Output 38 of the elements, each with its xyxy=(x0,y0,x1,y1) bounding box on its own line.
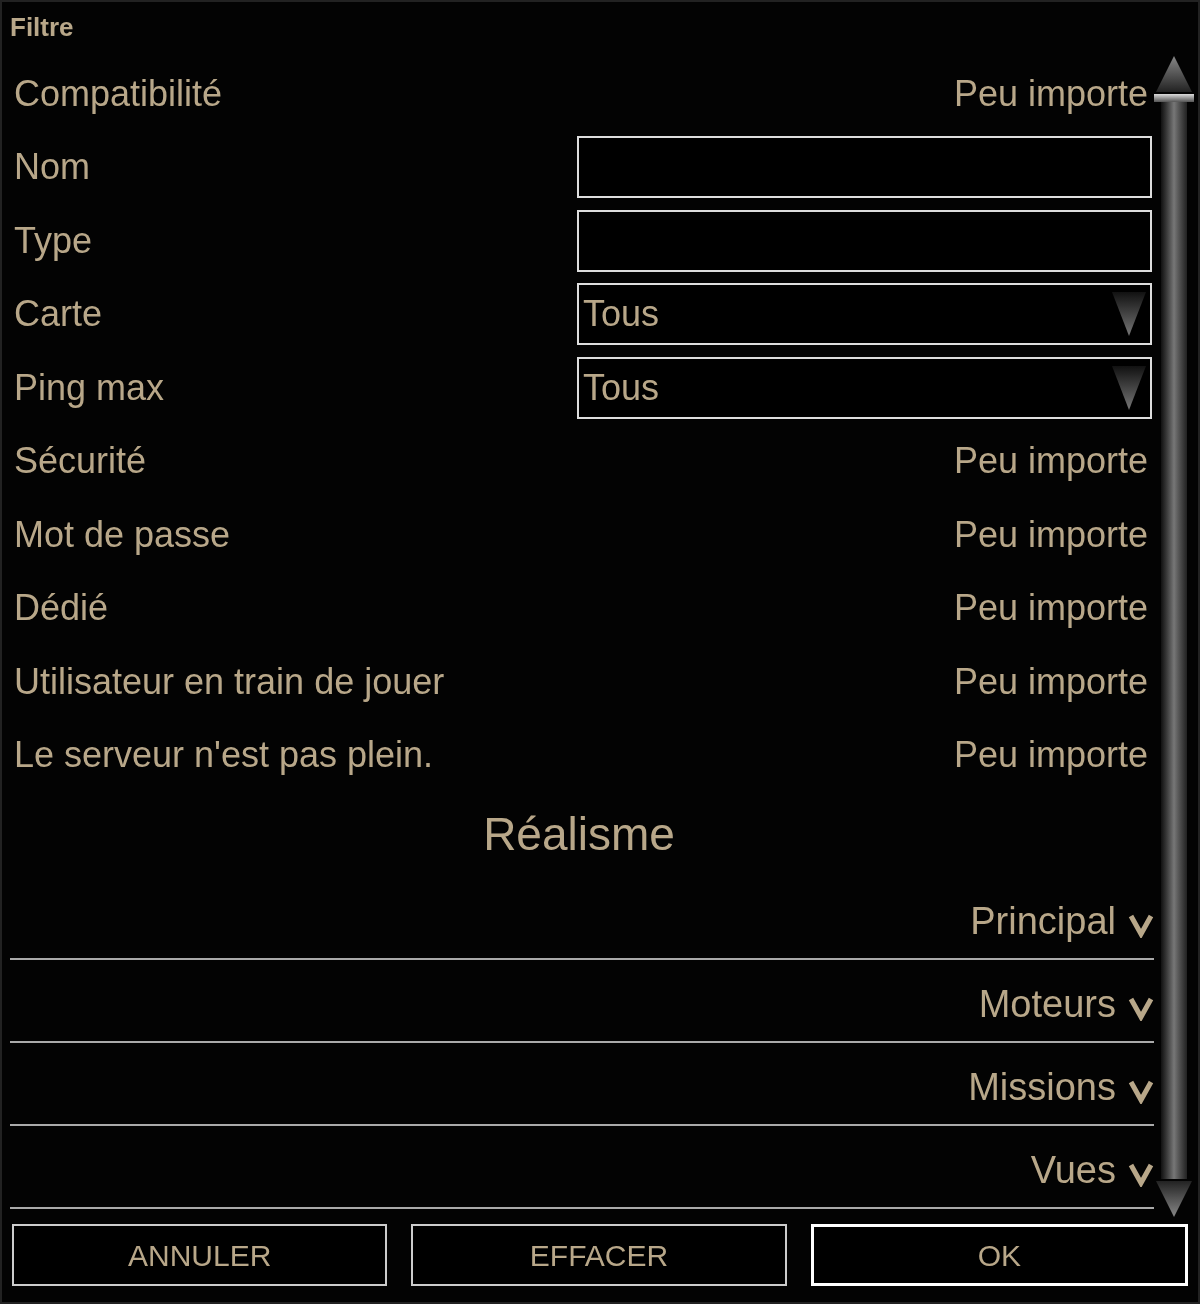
filter-label: Dédié xyxy=(13,586,109,631)
scroll-thumb[interactable] xyxy=(1154,94,1194,102)
chevron-icon xyxy=(1128,1161,1154,1187)
collapsible-header[interactable]: Missions xyxy=(10,1043,1154,1126)
option-value[interactable]: Peu importe xyxy=(953,581,1148,636)
input-field[interactable] xyxy=(577,136,1152,199)
scroll-up-icon[interactable] xyxy=(1154,54,1194,94)
dialog-button[interactable]: OK xyxy=(810,1224,1188,1286)
filter-label: Mot de passe xyxy=(13,512,231,557)
dialog-button[interactable]: EFFACER xyxy=(411,1224,787,1286)
section-heading: Réalisme xyxy=(483,807,675,862)
option-value[interactable]: Peu importe xyxy=(953,434,1148,489)
filter-label: Le serveur n'est pas plein. xyxy=(13,733,434,778)
filter-label: Compatibilité xyxy=(13,71,223,116)
option-value[interactable]: Peu importe xyxy=(953,66,1148,121)
chevron-icon xyxy=(1128,912,1154,938)
chevron-icon xyxy=(1128,995,1154,1021)
scroll-down-icon[interactable] xyxy=(1154,1179,1194,1219)
option-value[interactable]: Peu importe xyxy=(953,728,1148,783)
input-field[interactable] xyxy=(577,209,1152,272)
collapsible-header[interactable]: Vues xyxy=(10,1126,1154,1209)
filter-label: Carte xyxy=(13,292,103,337)
option-value[interactable]: Peu importe xyxy=(953,507,1148,562)
scroll-track[interactable] xyxy=(1161,102,1187,1179)
filter-label: Type xyxy=(13,218,93,263)
filter-label: Nom xyxy=(13,145,90,190)
collapsible-header[interactable]: Moteurs xyxy=(10,960,1154,1043)
filter-label: Utilisateur en train de jouer xyxy=(13,659,445,704)
filter-label: Sécurité xyxy=(13,439,147,484)
option-value[interactable]: Peu importe xyxy=(953,654,1148,709)
caret-icon xyxy=(1112,363,1146,412)
collapsible-header[interactable]: Principal xyxy=(10,877,1154,960)
filter-label: Ping max xyxy=(13,365,165,410)
dropdown[interactable]: Tous xyxy=(577,356,1152,419)
dialog-button[interactable]: ANNULER xyxy=(12,1224,388,1286)
chevron-icon xyxy=(1128,1078,1154,1104)
window-title: Filtre xyxy=(10,12,74,42)
dropdown[interactable]: Tous xyxy=(577,283,1152,346)
